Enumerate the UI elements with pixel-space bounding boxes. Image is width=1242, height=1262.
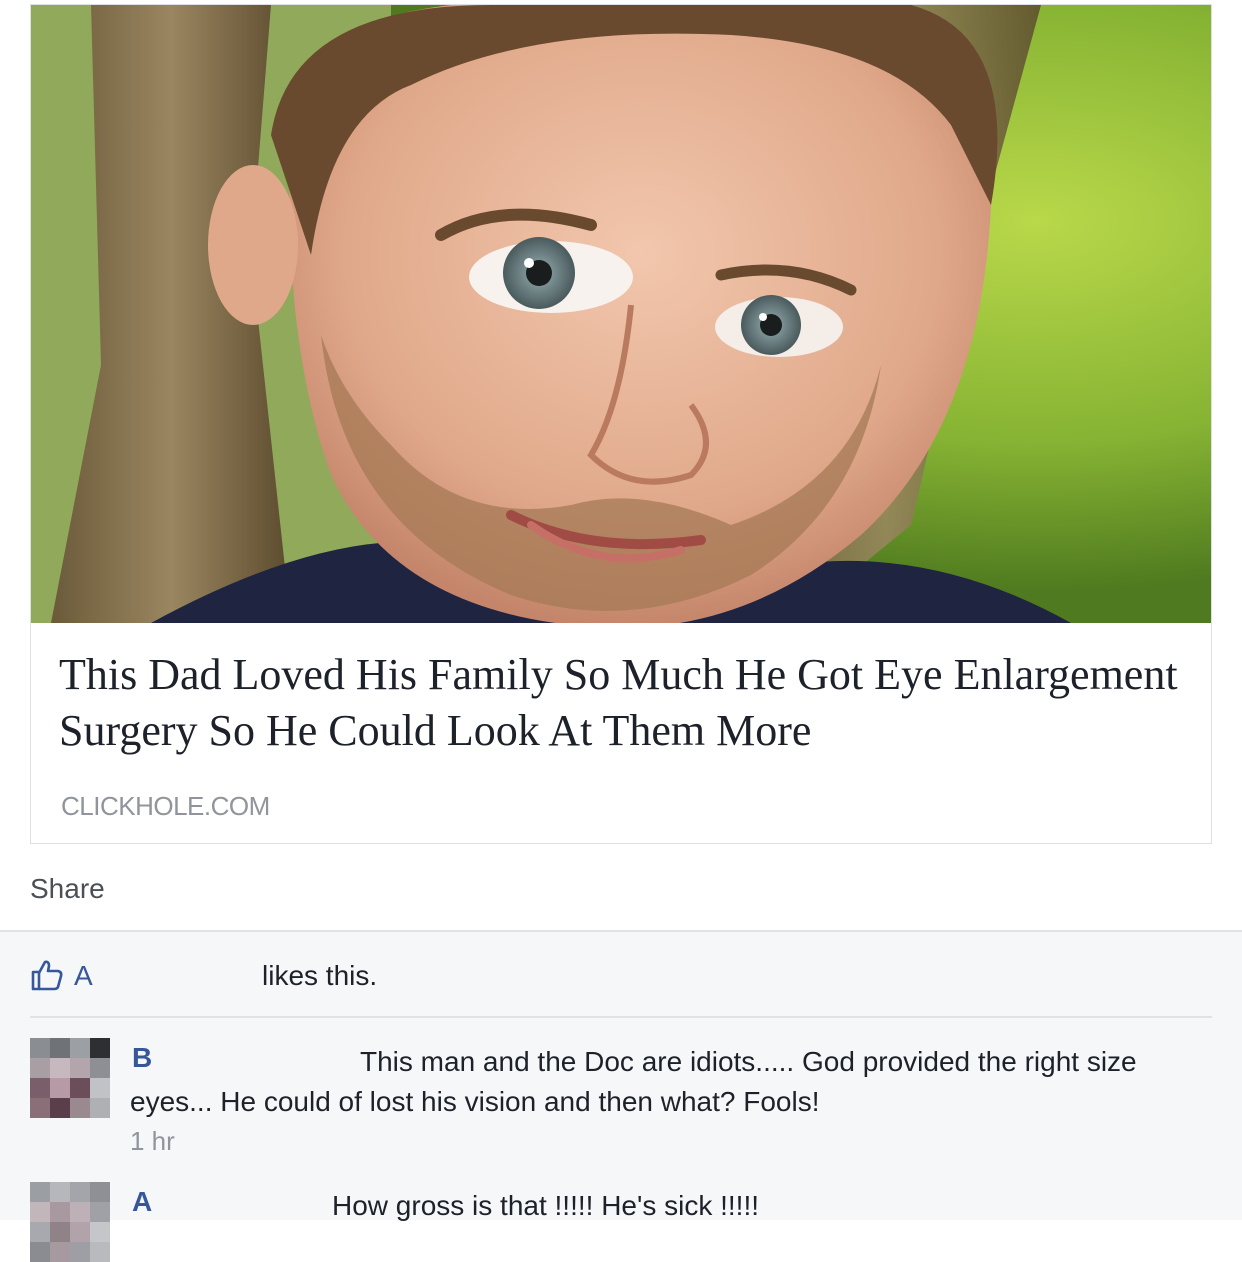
link-preview-image[interactable] [31, 5, 1211, 623]
divider [30, 1016, 1212, 1018]
comment: A How gross is that !!!!! He's sick !!!!… [30, 1182, 1212, 1262]
likes-summary: A likes this. [30, 958, 1210, 998]
link-title[interactable]: This Dad Loved His Family So Much He Got… [59, 647, 1189, 759]
feedback-section: A likes this. B This man and the Doc are… [0, 930, 1242, 1262]
thumbs-up-icon [31, 960, 63, 991]
comment-text: How gross is that !!!!! He's sick !!!!! [332, 1190, 760, 1221]
feed-post: This Dad Loved His Family So Much He Got… [0, 0, 1242, 930]
liker-name[interactable]: A [74, 960, 93, 992]
link-preview-card[interactable]: This Dad Loved His Family So Much He Got… [30, 4, 1212, 844]
avatar[interactable] [30, 1182, 110, 1262]
comment: B This man and the Doc are idiots..... G… [30, 1038, 1212, 1168]
link-domain: CLICKHOLE.COM [61, 791, 270, 821]
comment-text: This man and the Doc are idiots..... God… [130, 1046, 1137, 1117]
comment-timestamp[interactable]: 1 hr [130, 1126, 175, 1157]
avatar[interactable] [30, 1038, 110, 1118]
share-button[interactable]: Share [30, 873, 105, 905]
likes-text: likes this. [262, 960, 378, 991]
